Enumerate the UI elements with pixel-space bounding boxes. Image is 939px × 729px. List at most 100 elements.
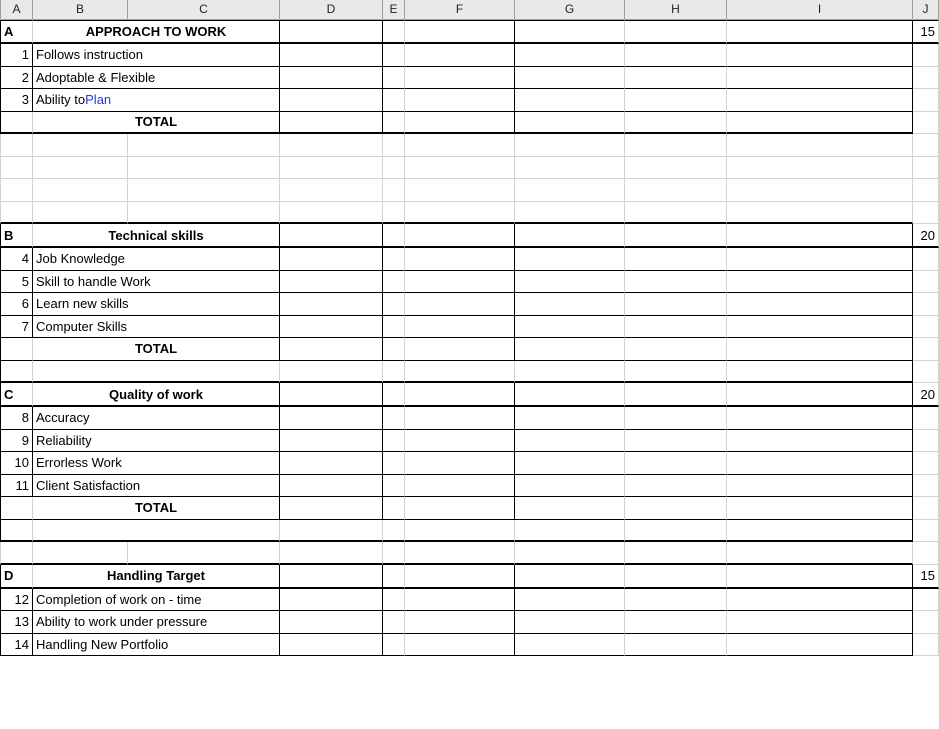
- item-row[interactable]: 8 Accuracy: [0, 407, 939, 430]
- cell-empty[interactable]: [405, 20, 515, 44]
- cell-empty[interactable]: [515, 89, 625, 112]
- item-label: Skill to handle Work: [33, 271, 280, 294]
- cell-empty[interactable]: [727, 89, 913, 112]
- cell-empty[interactable]: [727, 112, 913, 135]
- section-d-title: Handling Target: [33, 565, 280, 589]
- cell-empty[interactable]: [405, 67, 515, 90]
- item-row[interactable]: 6 Learn new skills: [0, 293, 939, 316]
- cell-empty[interactable]: [515, 112, 625, 135]
- cell-empty[interactable]: [913, 44, 939, 67]
- item-row[interactable]: 7 Computer Skills: [0, 316, 939, 339]
- cell-empty[interactable]: [280, 20, 383, 44]
- item-row[interactable]: 5 Skill to handle Work: [0, 271, 939, 294]
- item-number: 9: [0, 430, 33, 453]
- spreadsheet[interactable]: A B C D E F G H I J A APPROACH TO WORK 1…: [0, 0, 939, 656]
- section-c-score: 20: [913, 383, 939, 407]
- total-label: TOTAL: [33, 497, 280, 520]
- section-a-header[interactable]: A APPROACH TO WORK 15: [0, 20, 939, 44]
- cell-empty[interactable]: [383, 89, 405, 112]
- col-header-G[interactable]: G: [515, 0, 625, 19]
- item-row[interactable]: 3 Ability to Plan: [0, 89, 939, 112]
- item-number: 5: [0, 271, 33, 294]
- cell-empty[interactable]: [625, 112, 727, 135]
- blank-row[interactable]: [0, 520, 939, 543]
- col-header-C[interactable]: C: [128, 0, 280, 19]
- cell-empty[interactable]: [727, 67, 913, 90]
- cell-empty[interactable]: [515, 224, 625, 248]
- item-number: 10: [0, 452, 33, 475]
- section-c-header[interactable]: C Quality of work 20: [0, 383, 939, 407]
- cell-empty[interactable]: [727, 20, 913, 44]
- blank-row[interactable]: [0, 157, 939, 180]
- cell-empty[interactable]: [625, 89, 727, 112]
- item-label: Learn new skills: [33, 293, 280, 316]
- cell-empty[interactable]: [515, 44, 625, 67]
- cell-empty[interactable]: [405, 224, 515, 248]
- section-b-header[interactable]: B Technical skills 20: [0, 224, 939, 248]
- cell-empty[interactable]: [280, 44, 383, 67]
- item-label: Errorless Work: [33, 452, 280, 475]
- cell-empty[interactable]: [913, 112, 939, 135]
- item-number: 12: [0, 589, 33, 612]
- cell-empty[interactable]: [0, 112, 33, 135]
- blank-row[interactable]: [0, 179, 939, 202]
- col-header-F[interactable]: F: [405, 0, 515, 19]
- col-header-A[interactable]: A: [0, 0, 33, 19]
- item-number: 8: [0, 407, 33, 430]
- col-header-H[interactable]: H: [625, 0, 727, 19]
- cell-empty[interactable]: [280, 112, 383, 135]
- item-row[interactable]: 2 Adoptable & Flexible: [0, 67, 939, 90]
- cell-empty[interactable]: [405, 89, 515, 112]
- cell-empty[interactable]: [625, 44, 727, 67]
- cell-empty[interactable]: [383, 224, 405, 248]
- blank-row[interactable]: [0, 361, 939, 384]
- item-label: Adoptable & Flexible: [33, 67, 280, 90]
- blank-row[interactable]: [0, 202, 939, 225]
- cell-empty[interactable]: [405, 44, 515, 67]
- blank-row[interactable]: [0, 134, 939, 157]
- cell-empty[interactable]: [405, 112, 515, 135]
- total-row[interactable]: TOTAL: [0, 112, 939, 135]
- cell-empty[interactable]: [625, 20, 727, 44]
- cell-empty[interactable]: [280, 89, 383, 112]
- item-row[interactable]: 12 Completion of work on - time: [0, 589, 939, 612]
- cell-empty[interactable]: [383, 20, 405, 44]
- cell-empty[interactable]: [383, 67, 405, 90]
- cell-empty[interactable]: [515, 67, 625, 90]
- item-row[interactable]: 14 Handling New Portfolio: [0, 634, 939, 657]
- item-number: 13: [0, 611, 33, 634]
- total-row[interactable]: TOTAL: [0, 338, 939, 361]
- item-number: 4: [0, 248, 33, 271]
- cell-empty[interactable]: [625, 224, 727, 248]
- item-number: 1: [0, 44, 33, 67]
- item-row[interactable]: 10 Errorless Work: [0, 452, 939, 475]
- item-row[interactable]: 11 Client Satisfaction: [0, 475, 939, 498]
- item-row[interactable]: 1 Follows instruction: [0, 44, 939, 67]
- item-row[interactable]: 9 Reliability: [0, 430, 939, 453]
- section-a-title: APPROACH TO WORK: [33, 20, 280, 44]
- cell-empty[interactable]: [515, 20, 625, 44]
- cell-empty[interactable]: [913, 67, 939, 90]
- item-row[interactable]: 13 Ability to work under pressure: [0, 611, 939, 634]
- col-header-B[interactable]: B: [33, 0, 128, 19]
- hyperlink-text[interactable]: Plan: [85, 92, 111, 107]
- cell-empty[interactable]: [727, 224, 913, 248]
- cell-empty[interactable]: [280, 224, 383, 248]
- cell-empty[interactable]: [727, 44, 913, 67]
- item-row[interactable]: 4 Job Knowledge: [0, 248, 939, 271]
- total-row[interactable]: TOTAL: [0, 497, 939, 520]
- item-number: 3: [0, 89, 33, 112]
- blank-row[interactable]: [0, 542, 939, 565]
- cell-empty[interactable]: [913, 89, 939, 112]
- col-header-I[interactable]: I: [727, 0, 913, 19]
- cell-empty[interactable]: [280, 67, 383, 90]
- section-c-letter: C: [0, 383, 33, 407]
- cell-empty[interactable]: [383, 112, 405, 135]
- cell-empty[interactable]: [383, 44, 405, 67]
- item-number: 6: [0, 293, 33, 316]
- cell-empty[interactable]: [625, 67, 727, 90]
- col-header-D[interactable]: D: [280, 0, 383, 19]
- section-d-header[interactable]: D Handling Target 15: [0, 565, 939, 589]
- col-header-J[interactable]: J: [913, 0, 939, 19]
- col-header-E[interactable]: E: [383, 0, 405, 19]
